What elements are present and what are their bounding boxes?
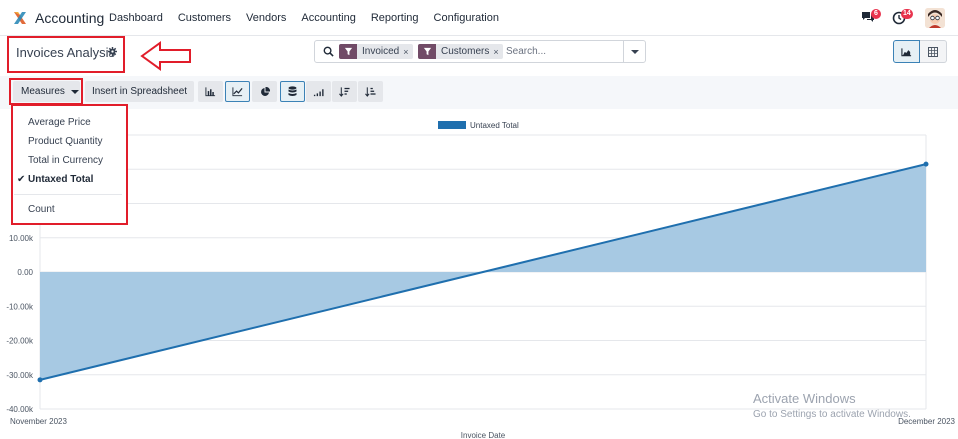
menu-configuration[interactable]: Configuration [434,12,499,24]
x-axis-title: Invoice Date [461,431,506,439]
signal-bars-icon [313,88,324,96]
chevron-down-icon [630,49,639,54]
pivot-view-button[interactable] [920,40,947,63]
view-switcher [893,40,947,63]
measure-total-in-currency[interactable]: Total in Currency [28,155,103,166]
search-facet-customers: Customers × [418,44,503,59]
x-tick-label: November 2023 [10,417,67,426]
data-point [37,377,43,383]
insert-in-spreadsheet-button[interactable]: Insert in Spreadsheet [85,81,194,102]
facet-label: Invoiced [362,46,400,57]
watermark-subtitle: Go to Settings to activate Windows. [753,409,911,420]
search-bar: Invoiced × Customers × [314,40,646,63]
measure-product-quantity[interactable]: Product Quantity [28,136,102,147]
stacked-toggle-button[interactable] [280,81,305,102]
pie-chart-icon [260,86,270,96]
table-icon [928,46,938,57]
line-chart-icon [232,86,243,96]
search-options-toggle[interactable] [623,41,645,62]
filter-icon [339,44,357,59]
y-tick-label: 0.00 [17,268,33,277]
page-title[interactable]: Invoices Analysis [16,45,115,60]
y-tick-label: -20.00k [6,337,34,346]
search-input[interactable] [506,44,618,59]
facet-remove-icon[interactable]: × [493,47,502,57]
legend-label: Untaxed Total [470,121,519,130]
search-facet-invoiced: Invoiced × [339,44,413,59]
group-by-icon [418,44,436,59]
search-icon[interactable] [323,46,334,57]
activity-badge: 14 [901,9,913,19]
annotation-highlight-measures [9,78,83,105]
cumulative-toggle-button[interactable] [306,81,331,102]
y-tick-label: -30.00k [6,371,34,380]
measure-average-price[interactable]: Average Price [28,117,91,128]
sort-descending-icon [339,86,350,97]
windows-activation-watermark: Activate Windows Go to Settings to activ… [753,391,911,420]
gear-icon[interactable] [108,47,117,56]
facet-remove-icon[interactable]: × [403,47,412,57]
y-tick-label: -40.00k [6,405,34,414]
menu-customers[interactable]: Customers [178,12,231,24]
pie-chart-button[interactable] [252,81,277,102]
watermark-title: Activate Windows [753,391,856,406]
line-chart: -40.00k-30.00k-20.00k-10.00k0.0010.00k23… [6,121,956,439]
menu-accounting[interactable]: Accounting [301,12,355,24]
menu-reporting[interactable]: Reporting [371,12,419,24]
line-chart-button[interactable] [225,81,250,102]
app-name[interactable]: Accounting [35,10,104,26]
y-tick-label: 10.00k [9,234,34,243]
graph-view-button[interactable] [893,40,920,63]
annotation-arrow-icon [140,41,191,71]
dropdown-divider [14,194,122,195]
legend-swatch [438,121,466,129]
user-avatar[interactable] [925,8,945,28]
accounting-app-icon[interactable] [12,10,28,26]
menu-vendors[interactable]: Vendors [246,12,286,24]
measure-untaxed-total[interactable]: Untaxed Total [28,174,93,185]
chat-badge: 6 [871,9,881,19]
database-icon [288,86,297,97]
top-navbar: Accounting Dashboard Customers Vendors A… [0,0,958,36]
main-menu: Dashboard Customers Vendors Accounting R… [109,12,514,24]
measure-count[interactable]: Count [28,204,55,215]
area-chart-icon [901,47,912,56]
y-tick-label: -10.00k [6,302,34,311]
check-icon: ✔ [17,174,26,185]
menu-dashboard[interactable]: Dashboard [109,12,163,24]
bar-chart-icon [205,86,216,96]
bar-chart-button[interactable] [198,81,223,102]
data-point [923,161,929,167]
facet-label: Customers [441,46,490,57]
sort-ascending-icon [365,86,376,97]
sort-ascending-button[interactable] [358,81,383,102]
sort-descending-button[interactable] [332,81,357,102]
